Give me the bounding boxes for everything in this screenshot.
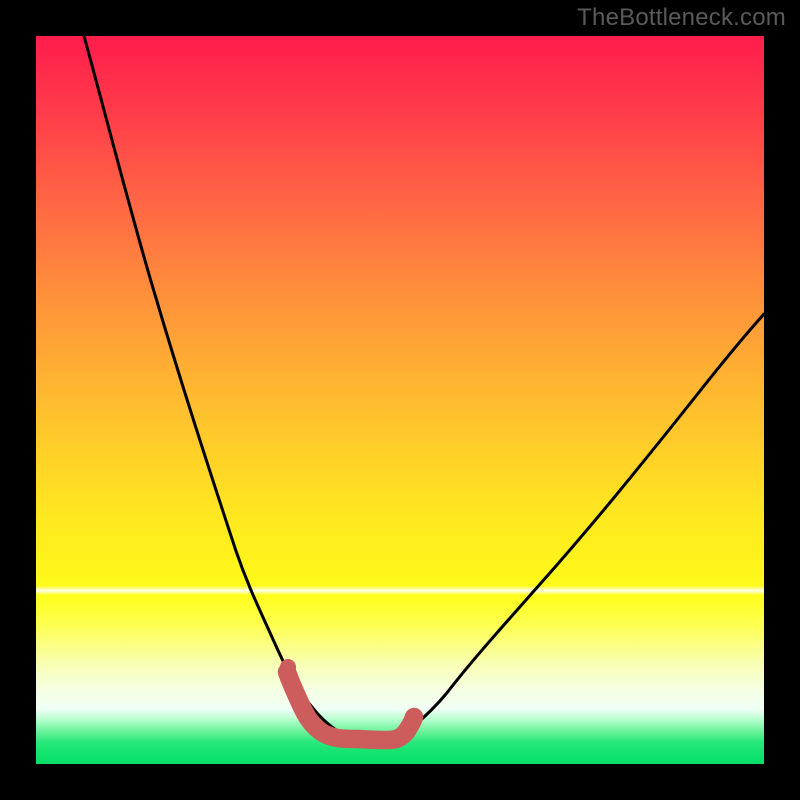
watermark-text: TheBottleneck.com bbox=[577, 4, 786, 32]
trough-marker bbox=[287, 672, 414, 740]
chart-svg bbox=[36, 36, 764, 764]
chart-curve bbox=[84, 36, 764, 737]
trough-marker-dot bbox=[280, 659, 296, 675]
plot-area bbox=[36, 36, 764, 764]
